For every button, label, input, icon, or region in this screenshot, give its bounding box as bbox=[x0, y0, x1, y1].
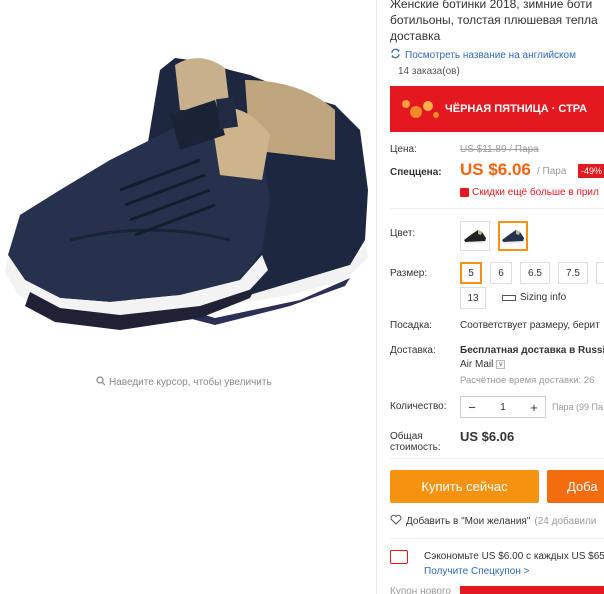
buy-now-button[interactable]: Купить сейчас bbox=[390, 470, 539, 503]
new-user-coupon-bar[interactable] bbox=[460, 586, 604, 594]
special-price-label: Спеццена: bbox=[390, 167, 442, 178]
zoom-hint-text: Наведите курсор, чтобы увеличить bbox=[109, 377, 272, 388]
product-title: Женские ботинки 2018, зимние боти ботиль… bbox=[390, 0, 604, 44]
product-info-panel: Женские ботинки 2018, зимние боти ботиль… bbox=[390, 0, 604, 594]
delivery-label: Доставка: bbox=[390, 345, 436, 356]
price-unit: / Пара bbox=[537, 166, 567, 177]
product-title-line: ботильоны, толстая плюшевая тепла bbox=[390, 13, 598, 27]
color-label: Цвет: bbox=[390, 228, 416, 239]
chevron-down-icon[interactable]: v bbox=[496, 359, 506, 369]
quantity-available: Пара (99 Па bbox=[552, 402, 603, 412]
product-title-line: доставка bbox=[390, 29, 441, 43]
new-user-coupon-label: Купон нового bbox=[390, 586, 451, 594]
quantity-increase-button[interactable]: + bbox=[523, 397, 545, 417]
size-label: Размер: bbox=[390, 268, 428, 279]
magnifier-icon bbox=[96, 376, 106, 389]
app-discount-text[interactable]: Скидки ещё больше в прил bbox=[472, 187, 599, 198]
total-price: US $6.06 bbox=[460, 429, 515, 444]
quantity-input[interactable]: 1 bbox=[483, 402, 523, 413]
zoom-hint: Наведите курсор, чтобы увеличить bbox=[96, 376, 272, 389]
old-price: US $11.89 / Пара bbox=[460, 144, 539, 155]
sizing-info-text[interactable]: Sizing info bbox=[520, 292, 566, 303]
quantity-stepper[interactable]: − 1 + bbox=[460, 396, 546, 418]
color-option-navy[interactable] bbox=[498, 221, 528, 251]
app-discount-hint[interactable]: Скидки ещё больше в прил bbox=[460, 187, 599, 198]
wishlist-text[interactable]: Добавить в "Мои желания" bbox=[406, 516, 530, 527]
discount-badge: -49% bbox=[578, 164, 604, 178]
total-label: Общая стоимость: bbox=[390, 431, 441, 453]
delivery-estimate: Расчётное время доставки: 26 bbox=[460, 375, 595, 386]
translate-link-text[interactable]: Посмотреть название на английском bbox=[405, 50, 576, 61]
banner-text: ЧЁРНАЯ ПЯТНИЦА · СТРА bbox=[445, 103, 588, 115]
shipping-method-select[interactable]: Air Mail v bbox=[460, 359, 506, 370]
translate-icon bbox=[390, 48, 401, 62]
shipping-method-text[interactable]: Air Mail bbox=[460, 359, 493, 370]
get-coupon-link[interactable]: Получите Спецкупон > bbox=[424, 566, 530, 577]
fit-label: Посадка: bbox=[390, 320, 433, 331]
ruler-icon bbox=[502, 294, 516, 301]
quantity-decrease-button[interactable]: − bbox=[461, 397, 483, 417]
color-option-black[interactable] bbox=[460, 221, 490, 251]
shoe-thumbnail-icon bbox=[502, 230, 524, 244]
size-option[interactable]: 6.5 bbox=[520, 262, 550, 284]
delivery-value: Бесплатная доставка в Russi bbox=[460, 345, 604, 356]
quantity-label: Количество: bbox=[390, 401, 447, 412]
current-price: US $6.06 bbox=[460, 160, 531, 179]
divider bbox=[390, 458, 604, 459]
size-option[interactable]: 13 bbox=[460, 287, 486, 309]
size-option[interactable] bbox=[596, 262, 604, 284]
sizing-info-link[interactable]: Sizing info bbox=[502, 292, 566, 303]
fit-value: Соответствует размеру, берит bbox=[460, 320, 600, 331]
add-to-wishlist-link[interactable]: Добавить в "Мои желания" (24 добавили bbox=[390, 514, 596, 528]
gift-icon bbox=[460, 188, 469, 197]
price-label: Цена: bbox=[390, 144, 417, 155]
product-image[interactable] bbox=[0, 40, 375, 340]
divider bbox=[390, 208, 604, 209]
banner-decoration-icon bbox=[402, 100, 439, 118]
size-option[interactable]: 6 bbox=[490, 262, 512, 284]
product-title-line: Женские ботинки 2018, зимние боти bbox=[390, 0, 593, 11]
coupon-save-text: Сэкономьте US $6.00 с каждых US $65 bbox=[424, 551, 604, 562]
translate-title-link[interactable]: Посмотреть название на английском bbox=[390, 48, 576, 62]
heart-plus-icon bbox=[390, 514, 402, 528]
divider bbox=[390, 538, 604, 539]
divider bbox=[376, 0, 377, 594]
size-option[interactable]: 7.5 bbox=[558, 262, 588, 284]
product-gallery[interactable]: Наведите курсор, чтобы увеличить bbox=[0, 0, 375, 594]
wishlist-count: (24 добавили bbox=[534, 515, 597, 527]
add-to-cart-button[interactable]: Доба bbox=[547, 470, 604, 503]
size-option[interactable]: 5 bbox=[460, 262, 482, 284]
coupon-icon bbox=[390, 550, 408, 564]
orders-count: 14 заказа(ов) bbox=[398, 66, 460, 77]
black-friday-banner[interactable]: ЧЁРНАЯ ПЯТНИЦА · СТРА bbox=[390, 86, 604, 132]
shoe-thumbnail-icon bbox=[464, 230, 486, 244]
